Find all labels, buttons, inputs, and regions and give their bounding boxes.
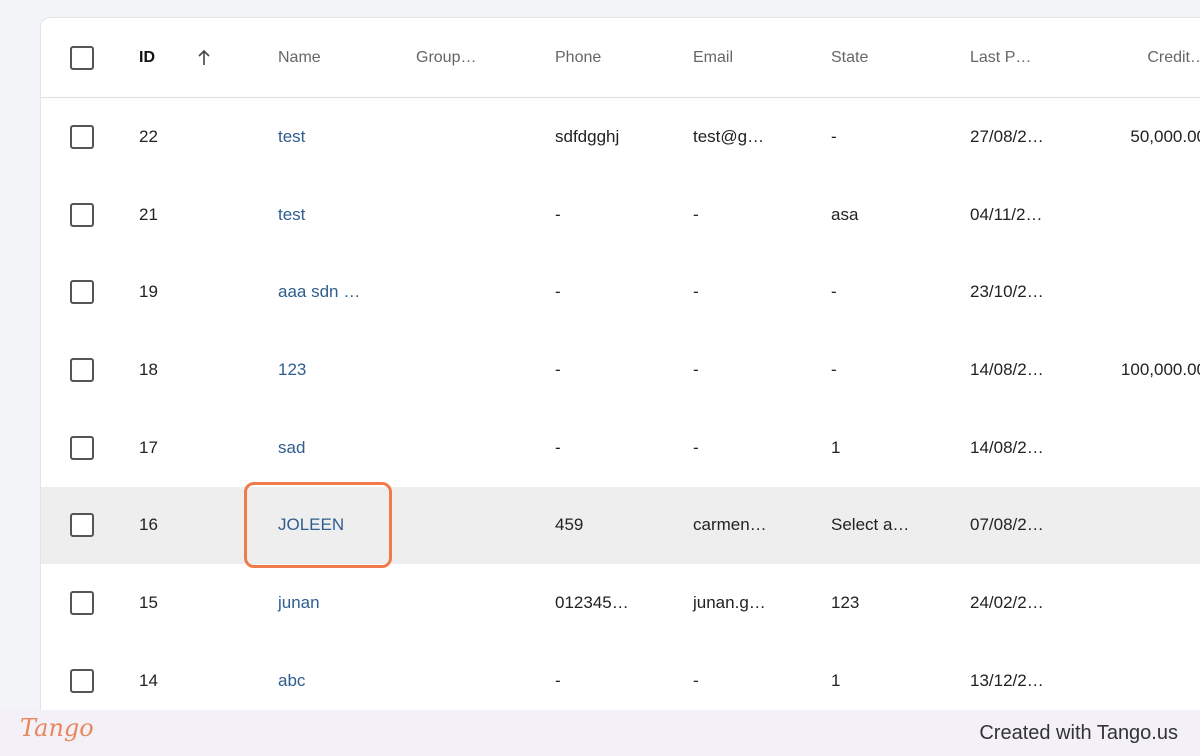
cell-last-p: 13/12/2… <box>970 670 1044 690</box>
column-header-name[interactable]: Name <box>278 49 321 67</box>
cell-phone: - <box>555 670 561 690</box>
cell-state: Select a… <box>831 515 910 535</box>
sort-ascending-icon[interactable] <box>196 49 212 67</box>
cell-id: 21 <box>139 204 158 224</box>
cell-email: test@g… <box>693 126 765 146</box>
cell-credit: 50,000.00 <box>1130 126 1200 146</box>
column-header-id[interactable]: ID <box>139 49 155 67</box>
column-header-credit[interactable]: Credit… <box>1147 49 1200 67</box>
cell-phone: 459 <box>555 515 584 535</box>
row-checkbox[interactable] <box>70 124 94 149</box>
table-row[interactable]: 18 123 - - - 14/08/2… 100,000.00 <box>41 331 1200 409</box>
cell-name[interactable]: aaa sdn … <box>278 282 360 302</box>
table-row[interactable]: 14abc--113/12/2…- <box>41 642 1200 716</box>
cell-last-p: 07/08/2… <box>970 515 1044 535</box>
cell-state: asa <box>831 204 859 224</box>
cell-phone: - <box>555 282 561 302</box>
cell-id: 14 <box>139 670 158 690</box>
cell-last-p: 27/08/2… <box>970 126 1044 146</box>
cell-email: - <box>693 359 699 379</box>
cell-state: 123 <box>831 593 860 613</box>
cell-last-p: 14/08/2… <box>970 437 1044 457</box>
footer-credit-text: Created with Tango.us <box>979 722 1178 744</box>
cell-id: 15 <box>139 593 158 613</box>
column-header-phone[interactable]: Phone <box>555 49 601 67</box>
cell-state: 1 <box>831 437 841 457</box>
table-row[interactable]: 21test--asa04/11/2…- <box>41 176 1200 254</box>
cell-name[interactable]: 123 <box>278 360 306 380</box>
table-row[interactable]: 22 test sdfdgghj test@g… - 27/08/2… 50,000.00 <box>41 98 1200 176</box>
cell-name[interactable]: sad <box>278 438 305 458</box>
cell-id: 22 <box>139 126 158 146</box>
footer: Tango Created with Tango.us <box>0 710 1200 756</box>
row-checkbox[interactable] <box>70 202 94 227</box>
cell-id: 18 <box>139 359 158 379</box>
cell-last-p: 14/08/2… <box>970 359 1044 379</box>
cell-email: - <box>693 282 699 302</box>
cell-name[interactable]: JOLEEN <box>278 515 344 535</box>
cell-phone: 012345… <box>555 593 629 613</box>
table-row[interactable]: 15junan012345…junan.g…12324/02/2…- <box>41 564 1200 642</box>
cell-email: - <box>693 204 699 224</box>
row-checkbox[interactable] <box>70 357 94 382</box>
row-checkbox[interactable] <box>70 513 94 538</box>
customers-table: ID Name Group… Phone Email State Last P…… <box>40 17 1200 717</box>
cell-name[interactable]: junan <box>278 593 320 613</box>
cell-email: carmen… <box>693 515 767 535</box>
table-row[interactable]: 17sad--114/08/2…- <box>41 409 1200 487</box>
row-checkbox[interactable] <box>70 668 94 693</box>
row-checkbox[interactable] <box>70 591 94 616</box>
select-all-checkbox[interactable] <box>70 45 94 70</box>
cell-email: junan.g… <box>693 593 766 613</box>
cell-last-p: 04/11/2… <box>970 204 1043 224</box>
column-header-last-p[interactable]: Last P… <box>970 49 1031 67</box>
cell-phone: sdfdgghj <box>555 126 620 146</box>
cell-state: 1 <box>831 670 841 690</box>
row-checkbox[interactable] <box>70 435 94 460</box>
cell-id: 19 <box>139 282 158 302</box>
cell-name[interactable]: test <box>278 205 305 225</box>
cell-phone: - <box>555 204 561 224</box>
tango-logo: Tango <box>20 714 94 742</box>
cell-last-p: 23/10/2… <box>970 282 1044 302</box>
cell-last-p: 24/02/2… <box>970 593 1044 613</box>
row-checkbox[interactable] <box>70 280 94 305</box>
column-header-group[interactable]: Group… <box>416 49 476 67</box>
table-row[interactable]: 16JOLEEN459carmen…Select a…07/08/2…- <box>41 486 1200 565</box>
cell-state: - <box>831 282 837 302</box>
cell-credit: 100,000.00 <box>1120 359 1200 379</box>
table-row[interactable]: 19aaa sdn …---23/10/2…- <box>41 253 1200 331</box>
cell-name[interactable]: abc <box>278 671 305 691</box>
cell-name[interactable]: test <box>278 127 305 147</box>
table-header: ID Name Group… Phone Email State Last P…… <box>41 18 1200 98</box>
cell-email: - <box>693 437 699 457</box>
cell-phone: - <box>555 359 561 379</box>
cell-id: 16 <box>139 515 158 535</box>
cell-state: - <box>831 359 837 379</box>
column-header-email[interactable]: Email <box>693 49 733 67</box>
cell-state: - <box>831 126 837 146</box>
cell-phone: - <box>555 437 561 457</box>
cell-id: 17 <box>139 437 158 457</box>
cell-email: - <box>693 670 699 690</box>
column-header-state[interactable]: State <box>831 49 868 67</box>
